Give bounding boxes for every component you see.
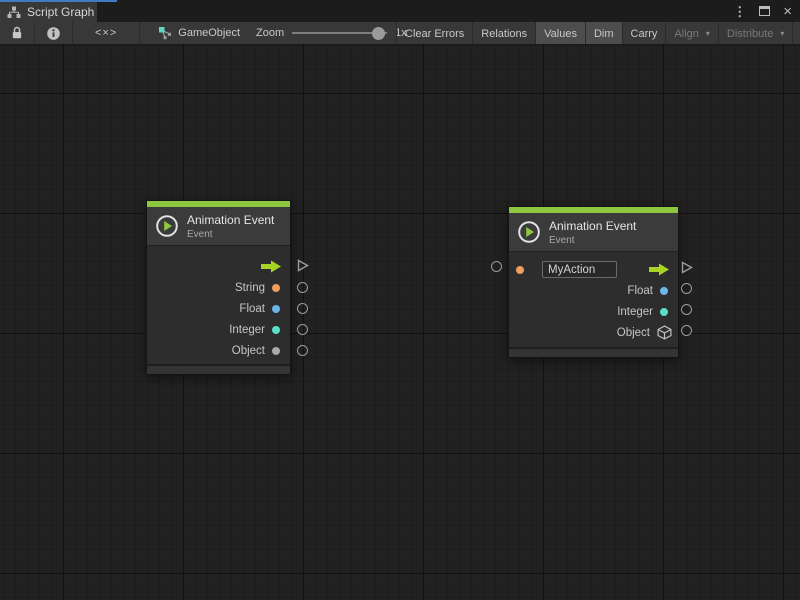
- string-output-port[interactable]: [297, 282, 308, 293]
- string-port-dot: [272, 284, 280, 292]
- object-output-port[interactable]: [297, 345, 308, 356]
- event-play-icon: [155, 214, 179, 238]
- port-label: Float: [239, 303, 265, 315]
- embed-code-button[interactable]: <×>: [73, 22, 140, 44]
- toolbar-right-group: Clear Errors Relations Values Dim Carry …: [396, 22, 800, 45]
- name-input-row: [509, 259, 678, 280]
- node-footer: [509, 347, 678, 357]
- port-label: String: [235, 282, 265, 294]
- info-button[interactable]: [35, 22, 73, 44]
- node-body: String Float Integer Object: [147, 245, 290, 364]
- overview-button[interactable]: Overv: [793, 22, 800, 45]
- float-port-dot: [660, 287, 668, 295]
- tab-title: Script Graph: [27, 5, 94, 19]
- info-icon: [46, 26, 61, 41]
- node-animation-event-1[interactable]: Animation Event Event String: [146, 200, 291, 375]
- window-controls: ⋮ ×: [733, 0, 792, 22]
- zoom-label: Zoom: [256, 27, 284, 39]
- tab-script-graph[interactable]: Script Graph: [0, 2, 97, 22]
- lock-button[interactable]: [0, 22, 35, 44]
- node-animation-event-2[interactable]: Animation Event Event: [508, 206, 679, 358]
- port-label: Integer: [229, 324, 265, 336]
- script-graph-asset-icon: [158, 26, 172, 40]
- event-name-input[interactable]: [542, 261, 617, 278]
- port-label: Object: [232, 345, 265, 357]
- cube-icon: [657, 325, 672, 340]
- zoom-slider[interactable]: [292, 27, 387, 40]
- dim-toggle[interactable]: Dim: [586, 22, 623, 45]
- toolbar-gap: [140, 22, 148, 44]
- node-footer: [147, 364, 290, 374]
- port-label: Float: [627, 285, 653, 297]
- carry-button[interactable]: Carry: [623, 22, 667, 45]
- flow-arrow-icon: [648, 263, 670, 276]
- node-subtitle: Event: [187, 229, 274, 240]
- graph-hierarchy-icon: [7, 6, 21, 19]
- clear-errors-button[interactable]: Clear Errors: [397, 22, 473, 45]
- close-icon[interactable]: ×: [783, 4, 792, 19]
- chevron-down-icon: ▾: [780, 29, 784, 38]
- zoom-control: Zoom 1x: [250, 22, 413, 44]
- tab-bar: Script Graph ⋮ ×: [0, 0, 800, 22]
- output-row-integer: Integer: [147, 319, 290, 340]
- output-row-object: Object: [509, 322, 678, 343]
- float-port-dot: [272, 305, 280, 313]
- name-input-port[interactable]: [491, 261, 502, 272]
- node-header: Animation Event Event: [147, 207, 290, 245]
- align-label: Align: [674, 28, 698, 40]
- port-label: Integer: [617, 306, 653, 318]
- graph-canvas[interactable]: Animation Event Event String: [0, 45, 800, 600]
- zoom-slider-thumb[interactable]: [372, 27, 385, 40]
- node-subtitle: Event: [549, 235, 636, 246]
- script-graph-window: Script Graph ⋮ ×: [0, 0, 800, 600]
- chevron-down-icon: ▾: [706, 29, 710, 38]
- node-title: Animation Event: [187, 213, 274, 227]
- event-play-icon: [517, 220, 541, 244]
- align-dropdown[interactable]: Align ▾: [666, 22, 718, 45]
- graph-toolbar: <×> GameObject Zoom 1x Clear Err: [0, 22, 800, 45]
- output-row-object: Object: [147, 340, 290, 361]
- integer-output-port[interactable]: [297, 324, 308, 335]
- flow-output-port[interactable]: [296, 259, 309, 272]
- flow-arrow-icon: [260, 260, 282, 273]
- string-port-dot: [516, 266, 524, 274]
- output-row-integer: Integer: [509, 301, 678, 322]
- object-output-port[interactable]: [681, 325, 692, 336]
- float-output-port[interactable]: [297, 303, 308, 314]
- flow-output-row: [147, 256, 290, 277]
- graph-owner[interactable]: GameObject: [148, 22, 250, 44]
- values-toggle[interactable]: Values: [536, 22, 586, 45]
- graph-owner-label: GameObject: [178, 27, 240, 39]
- integer-port-dot: [272, 326, 280, 334]
- node-title: Animation Event: [549, 219, 636, 233]
- object-port-dot: [272, 347, 280, 355]
- relations-button[interactable]: Relations: [473, 22, 536, 45]
- lock-icon: [11, 26, 23, 40]
- node-header: Animation Event Event: [509, 213, 678, 251]
- code-icon: <×>: [95, 27, 117, 39]
- integer-port-dot: [660, 308, 668, 316]
- window-menu-icon[interactable]: ⋮: [733, 5, 746, 18]
- maximize-icon[interactable]: [759, 6, 770, 16]
- output-row-float: Float: [509, 280, 678, 301]
- flow-output-port[interactable]: [680, 261, 693, 274]
- output-row-string: String: [147, 277, 290, 298]
- port-label: Object: [617, 327, 650, 339]
- output-row-float: Float: [147, 298, 290, 319]
- float-output-port[interactable]: [681, 283, 692, 294]
- integer-output-port[interactable]: [681, 304, 692, 315]
- distribute-dropdown[interactable]: Distribute ▾: [719, 22, 793, 45]
- distribute-label: Distribute: [727, 28, 773, 40]
- node-body: Float Integer Object: [509, 251, 678, 347]
